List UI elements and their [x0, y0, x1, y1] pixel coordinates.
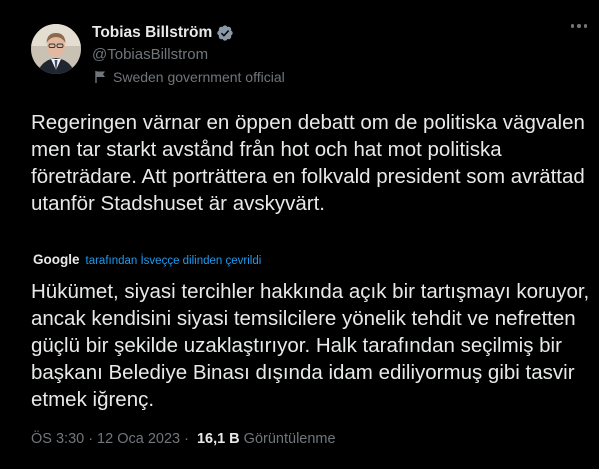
tweet-time[interactable]: ÖS 3:30 — [31, 431, 84, 447]
tweet-meta: ÖS 3:30 · 12 Oca 2023 · 16,1 B Görüntüle… — [31, 431, 336, 447]
government-flag-icon — [95, 71, 105, 83]
translation-attribution: Google tarafından İsveççe dilinden çevri… — [33, 252, 261, 267]
tweet-date[interactable]: 12 Oca 2023 — [97, 431, 180, 447]
meta-separator-2: · — [184, 431, 189, 447]
views-count: 16,1 B — [196, 431, 240, 447]
views-label: Görüntülenme — [243, 431, 336, 447]
tweet-text: Regeringen värnar en öppen debatt om de … — [31, 111, 585, 215]
meta-separator: · — [88, 431, 94, 447]
google-logo: Google — [33, 252, 80, 267]
author-name[interactable]: Tobias Billström — [92, 24, 212, 42]
translated-tweet-text: Hükümet, siyasi tercihler hakkında açık … — [31, 280, 590, 411]
government-label: Sweden government official — [94, 69, 285, 85]
author-name-row[interactable]: Tobias Billström — [92, 24, 234, 42]
translation-note-link[interactable]: tarafından İsveççe dilinden çevrildi — [86, 255, 262, 267]
author-handle[interactable]: @TobiasBillstrom — [92, 46, 208, 63]
more-options-icon[interactable] — [570, 24, 587, 28]
avatar[interactable] — [31, 24, 81, 74]
government-label-text: Sweden government official — [113, 69, 285, 85]
verified-badge-icon — [217, 25, 233, 41]
